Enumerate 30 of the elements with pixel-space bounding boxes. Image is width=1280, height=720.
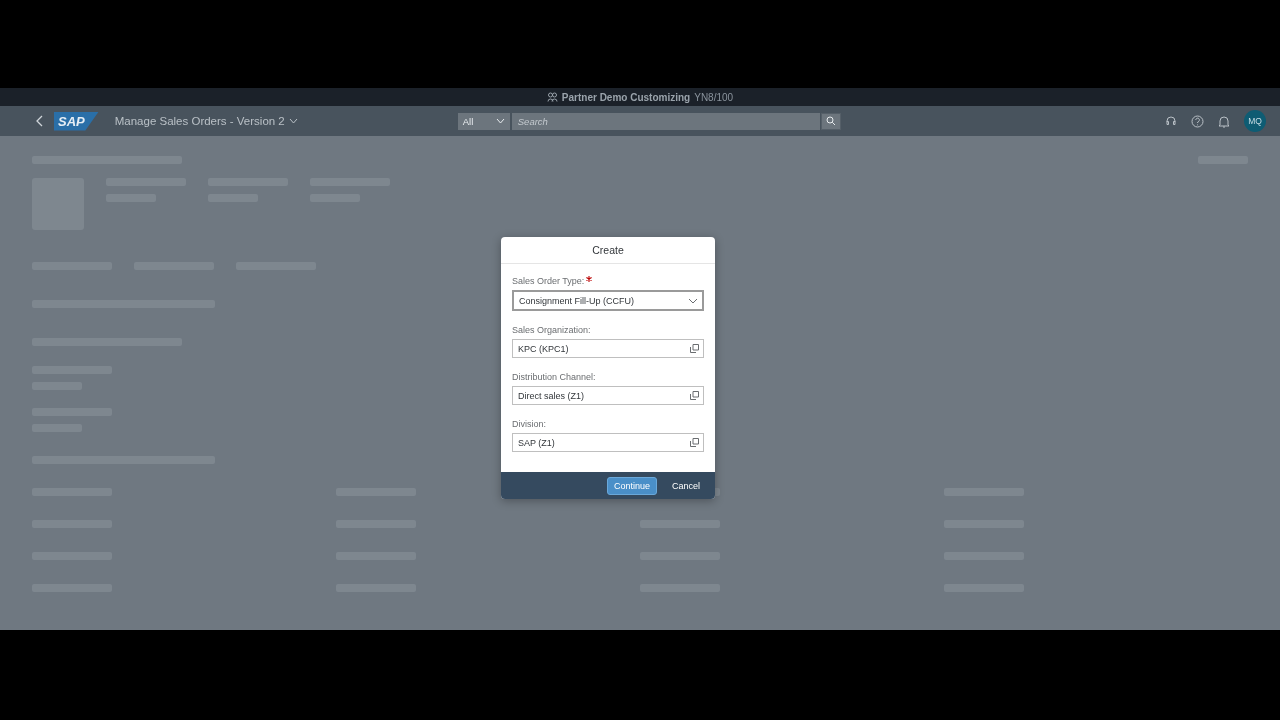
search-field[interactable]: Search: [511, 112, 820, 130]
search-icon[interactable]: [825, 116, 836, 126]
input-field[interactable]: KPC (KPC1): [512, 339, 704, 358]
input-field[interactable]: SAP (Z1): [512, 433, 704, 452]
system-title: Partner Demo Customizing: [561, 91, 691, 103]
scope-select[interactable]: All: [457, 112, 510, 130]
value-help-icon: [690, 438, 699, 447]
input-field[interactable]: Direct sales (Z1): [512, 386, 704, 405]
value-help-icon: [690, 391, 699, 400]
dialog-title: Create: [501, 237, 715, 264]
required-icon: [586, 276, 593, 282]
people-icon: [546, 92, 558, 102]
field-label: Sales Order Type:: [512, 276, 585, 286]
field-label: Distribution Channel:: [512, 372, 596, 382]
search-button[interactable]: [820, 112, 841, 130]
field-label: Division:: [512, 419, 546, 429]
headset-icon[interactable]: [1165, 115, 1177, 127]
help-icon[interactable]: [1191, 114, 1204, 128]
chevron-down-icon: [688, 297, 698, 304]
value-help-icon: [690, 344, 699, 353]
select-field[interactable]: Consignment Fill-Up (CCFU): [512, 290, 704, 311]
chevron-down-icon[interactable]: [288, 118, 298, 124]
bell-icon[interactable]: [1218, 114, 1230, 128]
app-title[interactable]: Manage Sales Orders - Version 2: [114, 115, 285, 127]
dialog-button[interactable]: Cancel: [665, 476, 707, 495]
user-avatar[interactable]: MQ: [1244, 110, 1266, 132]
back-icon[interactable]: [36, 115, 44, 127]
system-id: YN8/100: [694, 91, 734, 103]
field-label: Sales Organization:: [512, 325, 591, 335]
logo: SAP: [54, 111, 99, 131]
